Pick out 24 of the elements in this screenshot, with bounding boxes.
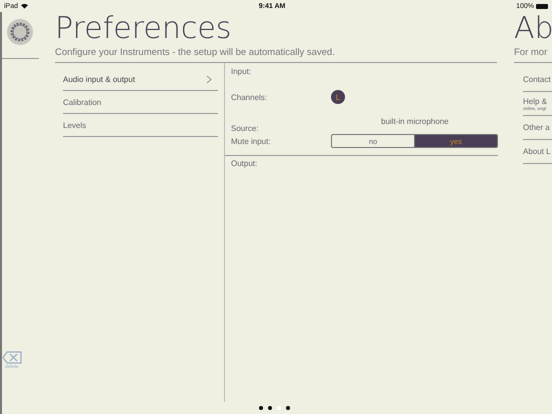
page-subtitle: Configure your Instruments - the setup will be automatically saved. — [55, 47, 497, 63]
output-heading: Output: — [231, 159, 258, 168]
page-title: Preferences — [55, 12, 232, 46]
page-dot[interactable] — [259, 406, 263, 410]
menu-item[interactable]: Audio input & output — [63, 68, 218, 91]
about-title: Ab — [514, 12, 552, 46]
about-item[interactable]: About L — [523, 140, 552, 164]
channels-label: Channels: — [231, 92, 268, 102]
mute-label: Mute input: — [231, 136, 272, 146]
menu-item[interactable]: Calibration — [63, 91, 218, 114]
source-label: Source: — [231, 124, 260, 133]
source-value: built-in microphone — [381, 117, 449, 126]
page-dot[interactable] — [268, 406, 272, 410]
menu-item[interactable]: Levels — [63, 114, 218, 137]
about-item[interactable]: Other a — [523, 116, 552, 140]
about-item[interactable]: Contact — [523, 68, 552, 92]
wifi-icon — [21, 3, 28, 9]
chevron-icon — [206, 74, 212, 84]
gear-icon[interactable] — [6, 18, 34, 46]
input-heading: Input: — [231, 67, 252, 78]
channel-button[interactable]: L — [331, 90, 345, 104]
battery-icon — [536, 4, 548, 8]
page-dot[interactable] — [286, 406, 290, 410]
about-subtitle: For mor — [514, 47, 552, 63]
